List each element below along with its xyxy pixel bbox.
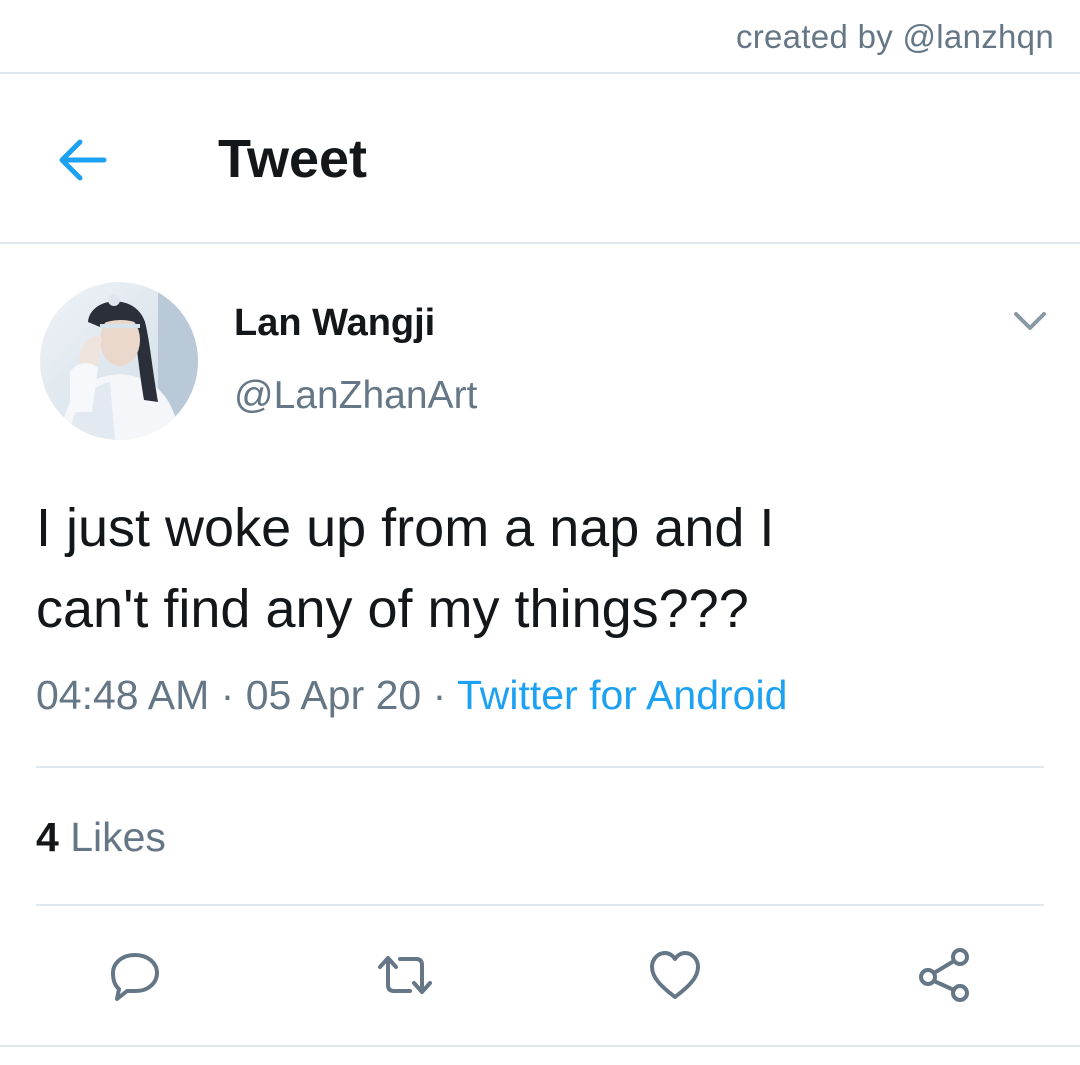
avatar[interactable]	[40, 282, 198, 440]
tweet-date: 05 Apr 20	[245, 672, 422, 718]
tweet-time: 04:48 AM	[36, 672, 210, 718]
page-title: Tweet	[218, 129, 368, 189]
likes-stat[interactable]: 4 Likes	[36, 814, 166, 861]
user-handle[interactable]: @LanZhanArt	[234, 374, 477, 418]
likes-label: Likes	[70, 814, 166, 860]
tweet-text-line: I just woke up from a nap and I	[36, 498, 775, 558]
meta-separator: ·	[432, 672, 447, 718]
stats-divider	[36, 904, 1044, 906]
tweet-text-line: can't find any of my things???	[36, 579, 749, 639]
app-header: Tweet	[0, 76, 1080, 242]
tweet-source-link[interactable]: Twitter for Android	[457, 672, 787, 718]
top-divider	[0, 72, 1080, 74]
meta-separator: ·	[220, 672, 235, 718]
bottom-divider	[0, 1045, 1080, 1047]
share-button[interactable]	[910, 940, 980, 1010]
retweet-icon	[378, 956, 432, 994]
meta-divider	[36, 766, 1044, 768]
share-icon	[919, 948, 969, 1002]
like-button[interactable]	[640, 940, 710, 1010]
back-button[interactable]	[52, 132, 116, 188]
display-name[interactable]: Lan Wangji	[234, 302, 435, 345]
likes-count: 4	[36, 814, 59, 860]
arrow-left-icon	[59, 139, 107, 181]
reply-button[interactable]	[100, 940, 170, 1010]
watermark-credit: created by @lanzhqn	[735, 18, 1054, 55]
avatar-image	[40, 282, 198, 440]
reply-icon	[111, 953, 159, 1001]
heart-icon	[650, 951, 700, 999]
chevron-down-icon	[1014, 312, 1046, 330]
tweet-metadata: 04:48 AM · 05 Apr 20 · Twitter for Andro…	[36, 672, 787, 719]
tweet-text: I just woke up from a nap and I can't fi…	[36, 488, 1036, 650]
more-options-button[interactable]	[1008, 306, 1052, 336]
header-divider	[0, 242, 1080, 244]
retweet-button[interactable]	[370, 940, 440, 1010]
